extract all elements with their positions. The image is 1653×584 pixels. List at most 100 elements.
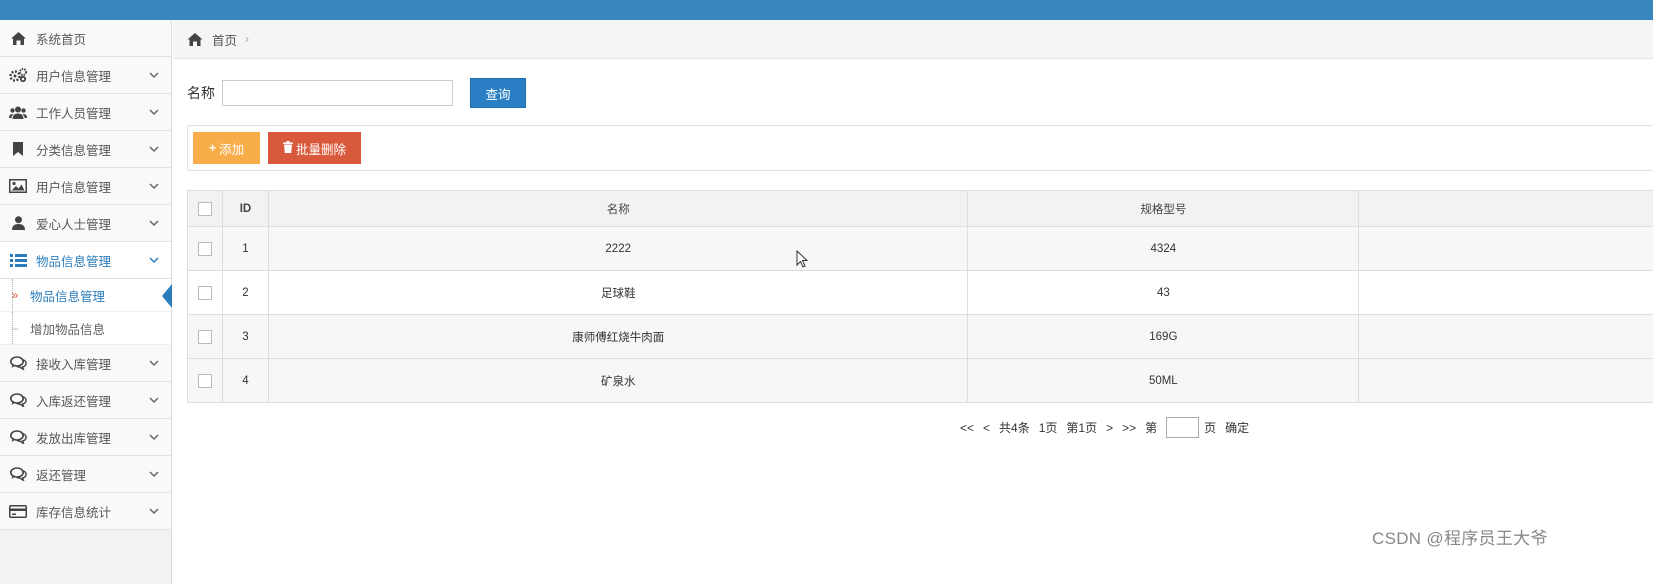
cell-id: 4 bbox=[223, 359, 269, 402]
submenu-item-label: 增加物品信息 bbox=[30, 322, 106, 337]
comments-icon bbox=[0, 430, 36, 444]
picture-icon bbox=[0, 179, 36, 193]
chevron-down-icon bbox=[137, 359, 171, 367]
search-input[interactable] bbox=[222, 80, 453, 106]
total-count: 共4条 bbox=[999, 421, 1030, 435]
cell-name: 2222 bbox=[269, 227, 969, 270]
sidebar-item-label: 工作人员管理 bbox=[36, 106, 112, 121]
cell-id: 3 bbox=[223, 315, 269, 358]
goods-table: ID 名称 规格型号 1 2222 4324 2 足球鞋 43 3 康师傅红烧牛… bbox=[187, 190, 1653, 403]
sidebar-item-label: 分类信息管理 bbox=[36, 143, 112, 158]
row-checkbox[interactable] bbox=[197, 329, 212, 344]
submenu-item-add-goods[interactable]: – 增加物品信息 bbox=[0, 312, 171, 345]
chevron-down-icon bbox=[137, 507, 171, 515]
breadcrumb: 首页 › bbox=[173, 20, 1653, 59]
sidebar-item-label: 系统首页 bbox=[36, 32, 87, 47]
sidebar-item-label: 发放出库管理 bbox=[36, 431, 112, 446]
last-page-link[interactable]: >> bbox=[1122, 421, 1136, 435]
table-row[interactable]: 3 康师傅红烧牛肉面 169G bbox=[188, 314, 1653, 358]
first-page-link[interactable]: << bbox=[960, 421, 974, 435]
submenu-item-goods-list[interactable]: » 物品信息管理 bbox=[0, 279, 172, 312]
watermark: CSDN @程序员王大爷 bbox=[1372, 529, 1548, 548]
sidebar-item-label: 库存信息统计 bbox=[36, 505, 112, 520]
sidebar-item-receive-storage[interactable]: 接收入库管理 bbox=[0, 345, 171, 382]
chevron-down-icon bbox=[137, 396, 171, 404]
table-row[interactable]: 4 矿泉水 50ML bbox=[188, 358, 1653, 402]
add-button[interactable]: + 添加 bbox=[193, 132, 260, 164]
table-header: ID 名称 规格型号 bbox=[188, 191, 1653, 226]
chevron-down-icon bbox=[137, 433, 171, 441]
sidebar-item-volunteers[interactable]: 爱心人士管理 bbox=[0, 205, 171, 242]
cell-actions bbox=[1359, 271, 1653, 314]
sidebar-item-home[interactable]: 系统首页 bbox=[0, 20, 171, 57]
sidebar-item-user-info-2[interactable]: 用户信息管理 bbox=[0, 168, 171, 205]
select-all-checkbox[interactable] bbox=[197, 201, 212, 216]
row-checkbox[interactable] bbox=[197, 285, 212, 300]
chevron-down-icon bbox=[137, 182, 171, 190]
batch-delete-button[interactable]: 批量删除 bbox=[268, 132, 361, 164]
comments-icon bbox=[0, 356, 36, 370]
home-icon[interactable] bbox=[187, 32, 203, 46]
row-checkbox-cell bbox=[188, 271, 223, 314]
sidebar-item-label: 爱心人士管理 bbox=[36, 217, 112, 232]
sidebar-item-label: 接收入库管理 bbox=[36, 357, 112, 372]
sidebar-item-staff[interactable]: 工作人员管理 bbox=[0, 94, 171, 131]
chevron-down-icon bbox=[137, 145, 171, 153]
sidebar-item-category[interactable]: 分类信息管理 bbox=[0, 131, 171, 168]
sidebar-item-storage-return[interactable]: 入库返还管理 bbox=[0, 382, 171, 419]
header-id[interactable]: ID bbox=[223, 191, 269, 226]
chevron-down-icon bbox=[137, 219, 171, 227]
sidebar-item-user-info[interactable]: 用户信息管理 bbox=[0, 57, 171, 94]
total-pages: 1页 bbox=[1038, 421, 1058, 435]
query-button[interactable]: 查询 bbox=[470, 78, 526, 108]
double-chevron-right-icon: » bbox=[11, 288, 19, 302]
search-form: 名称 查询 bbox=[187, 78, 526, 108]
sidebar-item-inventory-stats[interactable]: 库存信息统计 bbox=[0, 493, 171, 530]
breadcrumb-separator: › bbox=[245, 32, 250, 46]
prev-page-link[interactable]: < bbox=[983, 421, 990, 435]
sidebar-item-label: 用户信息管理 bbox=[36, 69, 112, 84]
sidebar-item-label: 入库返还管理 bbox=[36, 394, 112, 409]
plus-icon: + bbox=[208, 141, 217, 155]
table-row[interactable]: 2 足球鞋 43 bbox=[188, 270, 1653, 314]
sidebar-item-dispatch[interactable]: 发放出库管理 bbox=[0, 419, 171, 456]
submenu-line bbox=[12, 279, 13, 311]
add-button-label: 添加 bbox=[219, 142, 245, 157]
cell-id: 1 bbox=[223, 227, 269, 270]
table-row[interactable]: 1 2222 4324 bbox=[188, 226, 1653, 270]
row-checkbox[interactable] bbox=[197, 241, 212, 256]
sidebar-item-goods[interactable]: 物品信息管理 bbox=[0, 242, 171, 279]
cell-id: 2 bbox=[223, 271, 269, 314]
cell-name: 矿泉水 bbox=[269, 359, 969, 402]
chevron-down-icon bbox=[137, 470, 171, 478]
header-name[interactable]: 名称 bbox=[269, 191, 969, 226]
header-spec[interactable]: 规格型号 bbox=[968, 191, 1360, 226]
cell-actions bbox=[1359, 315, 1653, 358]
cell-actions bbox=[1359, 227, 1653, 270]
cell-name: 康师傅红烧牛肉面 bbox=[269, 315, 969, 358]
bookmark-icon bbox=[0, 142, 36, 156]
header-actions bbox=[1359, 191, 1653, 226]
next-page-link[interactable]: > bbox=[1106, 421, 1113, 435]
dash-icon: – bbox=[11, 321, 19, 335]
chevron-down-icon bbox=[137, 71, 171, 79]
sidebar-item-return[interactable]: 返还管理 bbox=[0, 456, 171, 493]
goto-suffix: 页 bbox=[1204, 421, 1217, 435]
pagination: << < 共4条 1页 第1页 > >> 第 页 确定 bbox=[960, 417, 1258, 438]
row-checkbox-cell bbox=[188, 359, 223, 402]
comments-icon bbox=[0, 393, 36, 407]
users-icon bbox=[0, 106, 36, 119]
comments-icon bbox=[0, 467, 36, 481]
sidebar-item-label: 物品信息管理 bbox=[36, 254, 112, 269]
page-number-input[interactable] bbox=[1166, 417, 1200, 438]
row-checkbox[interactable] bbox=[197, 373, 212, 388]
breadcrumb-home-link[interactable]: 首页 bbox=[212, 30, 237, 49]
list-icon bbox=[0, 253, 36, 267]
row-checkbox-cell bbox=[188, 227, 223, 270]
batch-delete-label: 批量删除 bbox=[295, 142, 346, 157]
user-icon bbox=[0, 216, 36, 230]
row-checkbox-cell bbox=[188, 315, 223, 358]
submenu-line bbox=[12, 312, 13, 344]
confirm-page-button[interactable]: 确定 bbox=[1225, 419, 1249, 436]
sidebar-item-label: 用户信息管理 bbox=[36, 180, 112, 195]
